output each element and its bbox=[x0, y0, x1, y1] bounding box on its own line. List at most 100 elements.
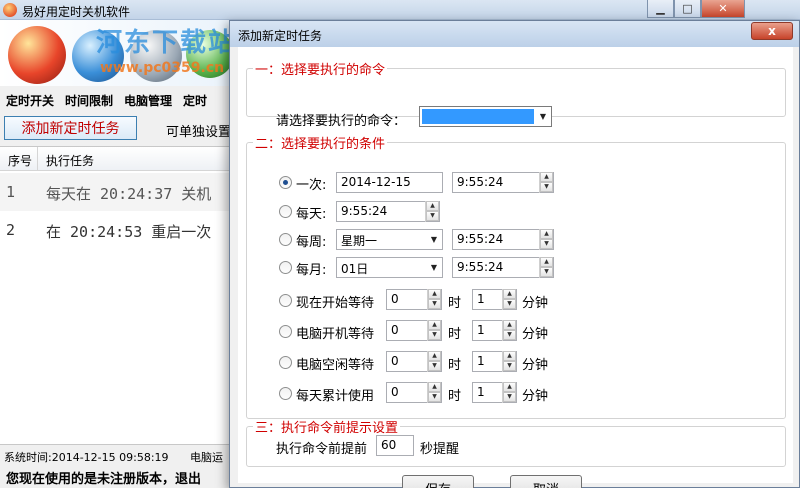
main-toolbar: 添加新定时任务 可单独设置 bbox=[0, 114, 240, 144]
monthly-day-value: 01日 bbox=[341, 262, 369, 276]
spin-down-icon[interactable]: ▼ bbox=[428, 299, 441, 309]
save-button[interactable]: 保存 bbox=[402, 475, 474, 488]
minute-unit: 分钟 bbox=[522, 389, 549, 404]
spin-down-icon[interactable]: ▼ bbox=[426, 211, 439, 221]
spin-up-icon[interactable]: ▲ bbox=[426, 201, 439, 211]
once-time-stepper[interactable]: ▲ ▼ bbox=[539, 172, 553, 193]
spin-up-icon[interactable]: ▲ bbox=[503, 351, 516, 361]
spin-down-icon[interactable]: ▼ bbox=[503, 361, 516, 371]
spin-up-icon[interactable]: ▲ bbox=[540, 257, 553, 267]
once-time-field[interactable]: 9:55:24 ▲ ▼ bbox=[452, 172, 554, 193]
radio-monthly[interactable] bbox=[279, 261, 292, 274]
nav-item-timed[interactable]: 定时 bbox=[183, 92, 207, 109]
spin-up-icon[interactable]: ▲ bbox=[428, 351, 441, 361]
once-date-value: 2014-12-15 bbox=[341, 175, 411, 189]
wait-idle-hours-stepper[interactable]: ▲ ▼ bbox=[427, 351, 441, 372]
weekly-day-select[interactable]: 星期一 ▼ bbox=[336, 229, 443, 250]
chevron-down-icon[interactable]: ▼ bbox=[426, 257, 442, 278]
daily-usage-label: 每天累计使用 bbox=[296, 389, 375, 404]
spin-up-icon[interactable]: ▲ bbox=[503, 320, 516, 330]
spin-up-icon[interactable]: ▲ bbox=[428, 320, 441, 330]
radio-wait-boot[interactable] bbox=[279, 325, 292, 338]
spin-down-icon[interactable]: ▼ bbox=[428, 330, 441, 340]
wait-idle-minutes-stepper[interactable]: ▲ ▼ bbox=[502, 351, 516, 372]
chevron-down-icon[interactable]: ▼ bbox=[426, 229, 442, 250]
spin-up-icon[interactable]: ▲ bbox=[540, 229, 553, 239]
close-icon[interactable]: ✕ bbox=[701, 0, 745, 18]
maximize-icon[interactable]: □ bbox=[674, 0, 701, 18]
spin-up-icon[interactable]: ▲ bbox=[428, 289, 441, 299]
nav-item-timer-switch[interactable]: 定时开关 bbox=[6, 92, 54, 109]
spin-up-icon[interactable]: ▲ bbox=[428, 382, 441, 392]
radio-once[interactable] bbox=[279, 176, 292, 189]
monthly-time-field[interactable]: 9:55:24 ▲ ▼ bbox=[452, 257, 554, 278]
wait-now-hours-field[interactable]: 0 ▲ ▼ bbox=[386, 289, 442, 310]
cancel-button[interactable]: 取消 bbox=[510, 475, 582, 488]
weekly-label: 每周: bbox=[296, 235, 327, 250]
status-bar: 系统时间:2014-12-15 09:58:19 电脑运 bbox=[0, 444, 240, 464]
weekly-time-stepper[interactable]: ▲ ▼ bbox=[539, 229, 553, 250]
wait-now-minutes-stepper[interactable]: ▲ ▼ bbox=[502, 289, 516, 310]
nav-item-pc-management[interactable]: 电脑管理 bbox=[124, 92, 172, 109]
dialog-titlebar[interactable]: 添加新定时任务 x bbox=[230, 21, 799, 47]
column-header-index[interactable]: 序号 bbox=[8, 152, 32, 169]
spin-down-icon[interactable]: ▼ bbox=[428, 361, 441, 371]
wait-now-hours-value: 0 bbox=[391, 292, 399, 306]
spin-down-icon[interactable]: ▼ bbox=[428, 392, 441, 402]
daily-usage-minutes-field[interactable]: 1 ▲ ▼ bbox=[472, 382, 517, 403]
spin-down-icon[interactable]: ▼ bbox=[540, 267, 553, 277]
monthly-label: 每月: bbox=[296, 263, 327, 278]
nav-item-time-limit[interactable]: 时间限制 bbox=[65, 92, 113, 109]
spin-down-icon[interactable]: ▼ bbox=[540, 182, 553, 192]
hour-unit: 时 bbox=[448, 296, 462, 311]
radio-daily[interactable] bbox=[279, 205, 292, 218]
daily-usage-minutes-stepper[interactable]: ▲ ▼ bbox=[502, 382, 516, 403]
radio-weekly[interactable] bbox=[279, 233, 292, 246]
chevron-down-icon[interactable]: ▼ bbox=[535, 106, 551, 127]
add-task-button[interactable]: 添加新定时任务 bbox=[4, 116, 137, 140]
wait-now-hours-stepper[interactable]: ▲ ▼ bbox=[427, 289, 441, 310]
wait-boot-minutes-stepper[interactable]: ▲ ▼ bbox=[502, 320, 516, 341]
table-row[interactable]: 1 每天在 20:24:37 关机 bbox=[0, 173, 240, 211]
radio-daily-usage[interactable] bbox=[279, 387, 292, 400]
hour-unit: 时 bbox=[448, 327, 462, 342]
column-divider bbox=[37, 147, 38, 171]
minimize-icon[interactable]: ▁ bbox=[647, 0, 674, 18]
once-label: 一次: bbox=[296, 178, 327, 193]
prompt-seconds-field[interactable]: 60 bbox=[376, 435, 414, 456]
dialog-close-button[interactable]: x bbox=[751, 22, 793, 40]
table-row[interactable]: 2 在 20:24:53 重启一次 bbox=[0, 211, 240, 249]
wait-idle-hours-value: 0 bbox=[391, 354, 399, 368]
wait-boot-hours-stepper[interactable]: ▲ ▼ bbox=[427, 320, 441, 341]
radio-wait-now[interactable] bbox=[279, 294, 292, 307]
monthly-time-stepper[interactable]: ▲ ▼ bbox=[539, 257, 553, 278]
wait-boot-minutes-field[interactable]: 1 ▲ ▼ bbox=[472, 320, 517, 341]
wait-idle-label: 电脑空闲等待 bbox=[296, 358, 375, 373]
spin-down-icon[interactable]: ▼ bbox=[540, 239, 553, 249]
column-header-task[interactable]: 执行任务 bbox=[46, 152, 94, 169]
wait-now-minutes-field[interactable]: 1 ▲ ▼ bbox=[472, 289, 517, 310]
wait-idle-minutes-field[interactable]: 1 ▲ ▼ bbox=[472, 351, 517, 372]
spin-down-icon[interactable]: ▼ bbox=[503, 392, 516, 402]
command-select[interactable]: ▼ bbox=[419, 106, 552, 127]
daily-time-field[interactable]: 9:55:24 ▲ ▼ bbox=[336, 201, 440, 222]
wait-boot-hours-field[interactable]: 0 ▲ ▼ bbox=[386, 320, 442, 341]
spin-up-icon[interactable]: ▲ bbox=[540, 172, 553, 182]
daily-time-stepper[interactable]: ▲ ▼ bbox=[425, 201, 439, 222]
once-date-field[interactable]: 2014-12-15 bbox=[336, 172, 443, 193]
minute-unit: 分钟 bbox=[522, 358, 549, 373]
spin-up-icon[interactable]: ▲ bbox=[503, 382, 516, 392]
weekly-time-value: 9:55:24 bbox=[457, 232, 504, 246]
wait-boot-label: 电脑开机等待 bbox=[296, 327, 375, 342]
dialog-title: 添加新定时任务 bbox=[238, 29, 323, 43]
weekly-time-field[interactable]: 9:55:24 ▲ ▼ bbox=[452, 229, 554, 250]
monthly-day-select[interactable]: 01日 ▼ bbox=[336, 257, 443, 278]
spin-up-icon[interactable]: ▲ bbox=[503, 289, 516, 299]
radio-wait-idle[interactable] bbox=[279, 356, 292, 369]
daily-usage-hours-stepper[interactable]: ▲ ▼ bbox=[427, 382, 441, 403]
wait-idle-hours-field[interactable]: 0 ▲ ▼ bbox=[386, 351, 442, 372]
daily-usage-hours-field[interactable]: 0 ▲ ▼ bbox=[386, 382, 442, 403]
spin-down-icon[interactable]: ▼ bbox=[503, 330, 516, 340]
spin-down-icon[interactable]: ▼ bbox=[503, 299, 516, 309]
close-icon: x bbox=[768, 24, 776, 38]
